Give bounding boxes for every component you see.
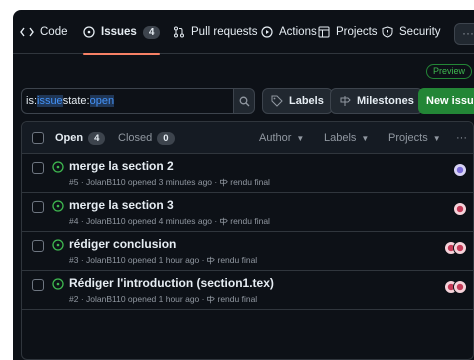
git-pull-request-icon (174, 26, 184, 38)
play-icon (261, 26, 273, 38)
assignee-avatars[interactable] (444, 241, 467, 255)
search-qualifier-key: state: (62, 95, 90, 107)
search-qualifier-key: is: (26, 95, 37, 107)
labels-filter-label: Labels (324, 132, 357, 144)
assignee-avatars[interactable] (453, 202, 467, 216)
issue-title-link[interactable]: rédiger conclusion (69, 237, 176, 251)
tab-actions[interactable]: Actions (261, 10, 317, 54)
tab-label: Issues (101, 26, 137, 38)
closed-count-badge: 0 (157, 131, 175, 145)
issue-opened-icon (83, 26, 95, 38)
milestone-icon (220, 217, 229, 225)
issues-list-header: Open 4 Closed 0 Author ▼ Labels ▼ Projects… (22, 122, 473, 154)
issue-checkbox[interactable] (32, 240, 44, 252)
shield-icon (382, 26, 393, 38)
issues-search-input[interactable]: is: issue state: open (21, 88, 249, 114)
tab-code[interactable]: Code (20, 10, 68, 54)
issue-title-link[interactable]: merge la section 3 (69, 198, 174, 212)
labels-filter[interactable]: Labels ▼ (324, 122, 369, 154)
issue-row[interactable]: merge la section 3 #4 · JolanB110 opened… (22, 193, 473, 232)
issue-milestone-link[interactable]: rendu final (217, 255, 257, 265)
tab-label: Code (40, 26, 68, 38)
labels-button[interactable]: Labels (262, 88, 333, 114)
issue-title-link[interactable]: Rédiger l'introduction (section1.tex) (69, 276, 274, 290)
projects-filter[interactable]: Projects ▼ (388, 122, 441, 154)
open-filter[interactable]: Open 4 (55, 122, 106, 154)
issue-row[interactable]: merge la section 2 #5 · JolanB110 opened… (22, 154, 473, 193)
search-icon (239, 96, 249, 106)
tab-issues[interactable]: Issues 4 (83, 10, 161, 55)
code-icon (20, 27, 34, 37)
avatar[interactable] (453, 202, 467, 216)
issue-milestone-link[interactable]: rendu final (230, 216, 270, 226)
milestone-icon (207, 256, 216, 264)
assignee-avatars[interactable] (444, 280, 467, 294)
issue-meta-text: #3 · JolanB110 opened 1 hour ago · (69, 255, 205, 265)
projects-filter-label: Projects (388, 132, 428, 144)
open-count-badge: 4 (88, 131, 106, 145)
tab-pull-requests[interactable]: Pull requests (173, 10, 257, 54)
tab-security[interactable]: Security (382, 10, 441, 54)
author-filter[interactable]: Author ▼ (259, 122, 304, 154)
closed-label: Closed (118, 132, 153, 144)
tab-label: Pull requests (191, 26, 258, 38)
table-icon (318, 26, 330, 38)
labels-button-label: Labels (289, 95, 324, 107)
avatar[interactable] (453, 241, 467, 255)
chevron-down-icon: ▼ (432, 133, 441, 143)
issue-meta-text: #4 · JolanB110 opened 4 minutes ago · (69, 216, 218, 226)
search-submit-button[interactable] (233, 88, 255, 114)
new-issue-button[interactable]: New issue (418, 88, 474, 114)
tab-label: Projects (336, 26, 378, 38)
issue-checkbox[interactable] (32, 201, 44, 213)
closed-filter[interactable]: Closed 0 (118, 122, 175, 154)
milestone-icon (340, 96, 351, 106)
milestones-button[interactable]: Milestones (330, 88, 423, 114)
issue-milestone-link[interactable]: rendu final (217, 294, 257, 304)
issue-milestone-link[interactable]: rendu final (230, 177, 270, 187)
milestones-button-label: Milestones (357, 95, 414, 107)
author-filter-label: Author (259, 132, 292, 144)
issue-opened-icon (52, 161, 64, 173)
issue-opened-icon (52, 278, 64, 290)
preview-badge[interactable]: Preview (426, 64, 473, 79)
open-label: Open (55, 132, 84, 144)
issue-meta: #5 · JolanB110 opened 3 minutes ago · re… (69, 177, 270, 187)
issue-meta-text: #2 · JolanB110 opened 1 hour ago · (69, 294, 205, 304)
search-qualifier-value: issue (37, 95, 63, 107)
milestone-icon (207, 295, 216, 303)
repo-nav: Code Issues 4 Pull requests Actions Proj… (13, 10, 474, 55)
avatar[interactable] (453, 163, 467, 177)
avatar[interactable] (453, 280, 467, 294)
issue-meta: #3 · JolanB110 opened 1 hour ago · rendu… (69, 255, 257, 265)
issue-row[interactable]: Rédiger l'introduction (section1.tex) #2… (22, 271, 473, 310)
issue-checkbox[interactable] (32, 162, 44, 174)
chevron-down-icon: ▼ (361, 133, 370, 143)
list-more-button[interactable]: ··· (456, 122, 467, 154)
issue-opened-icon (52, 200, 64, 212)
tag-icon (271, 95, 283, 107)
milestone-icon (220, 178, 229, 186)
nav-more-button[interactable]: ··· (454, 23, 474, 45)
search-qualifier-value: open (89, 95, 115, 107)
chevron-down-icon: ▼ (296, 133, 305, 143)
issue-meta: #2 · JolanB110 opened 1 hour ago · rendu… (69, 294, 257, 304)
issue-meta: #4 · JolanB110 opened 4 minutes ago · re… (69, 216, 270, 226)
tab-label: Security (399, 26, 441, 38)
issue-row[interactable]: rédiger conclusion #3 · JolanB110 opened… (22, 232, 473, 271)
issue-opened-icon (52, 239, 64, 251)
issues-list: Open 4 Closed 0 Author ▼ Labels ▼ Projects… (21, 121, 474, 360)
issues-count-badge: 4 (142, 25, 161, 39)
issue-title-link[interactable]: merge la section 2 (69, 159, 174, 173)
issue-checkbox[interactable] (32, 279, 44, 291)
select-all-checkbox[interactable] (32, 132, 44, 144)
tab-projects[interactable]: Projects (318, 10, 378, 54)
tab-label: Actions (279, 26, 317, 38)
issue-meta-text: #5 · JolanB110 opened 3 minutes ago · (69, 177, 218, 187)
assignee-avatars[interactable] (453, 163, 467, 177)
